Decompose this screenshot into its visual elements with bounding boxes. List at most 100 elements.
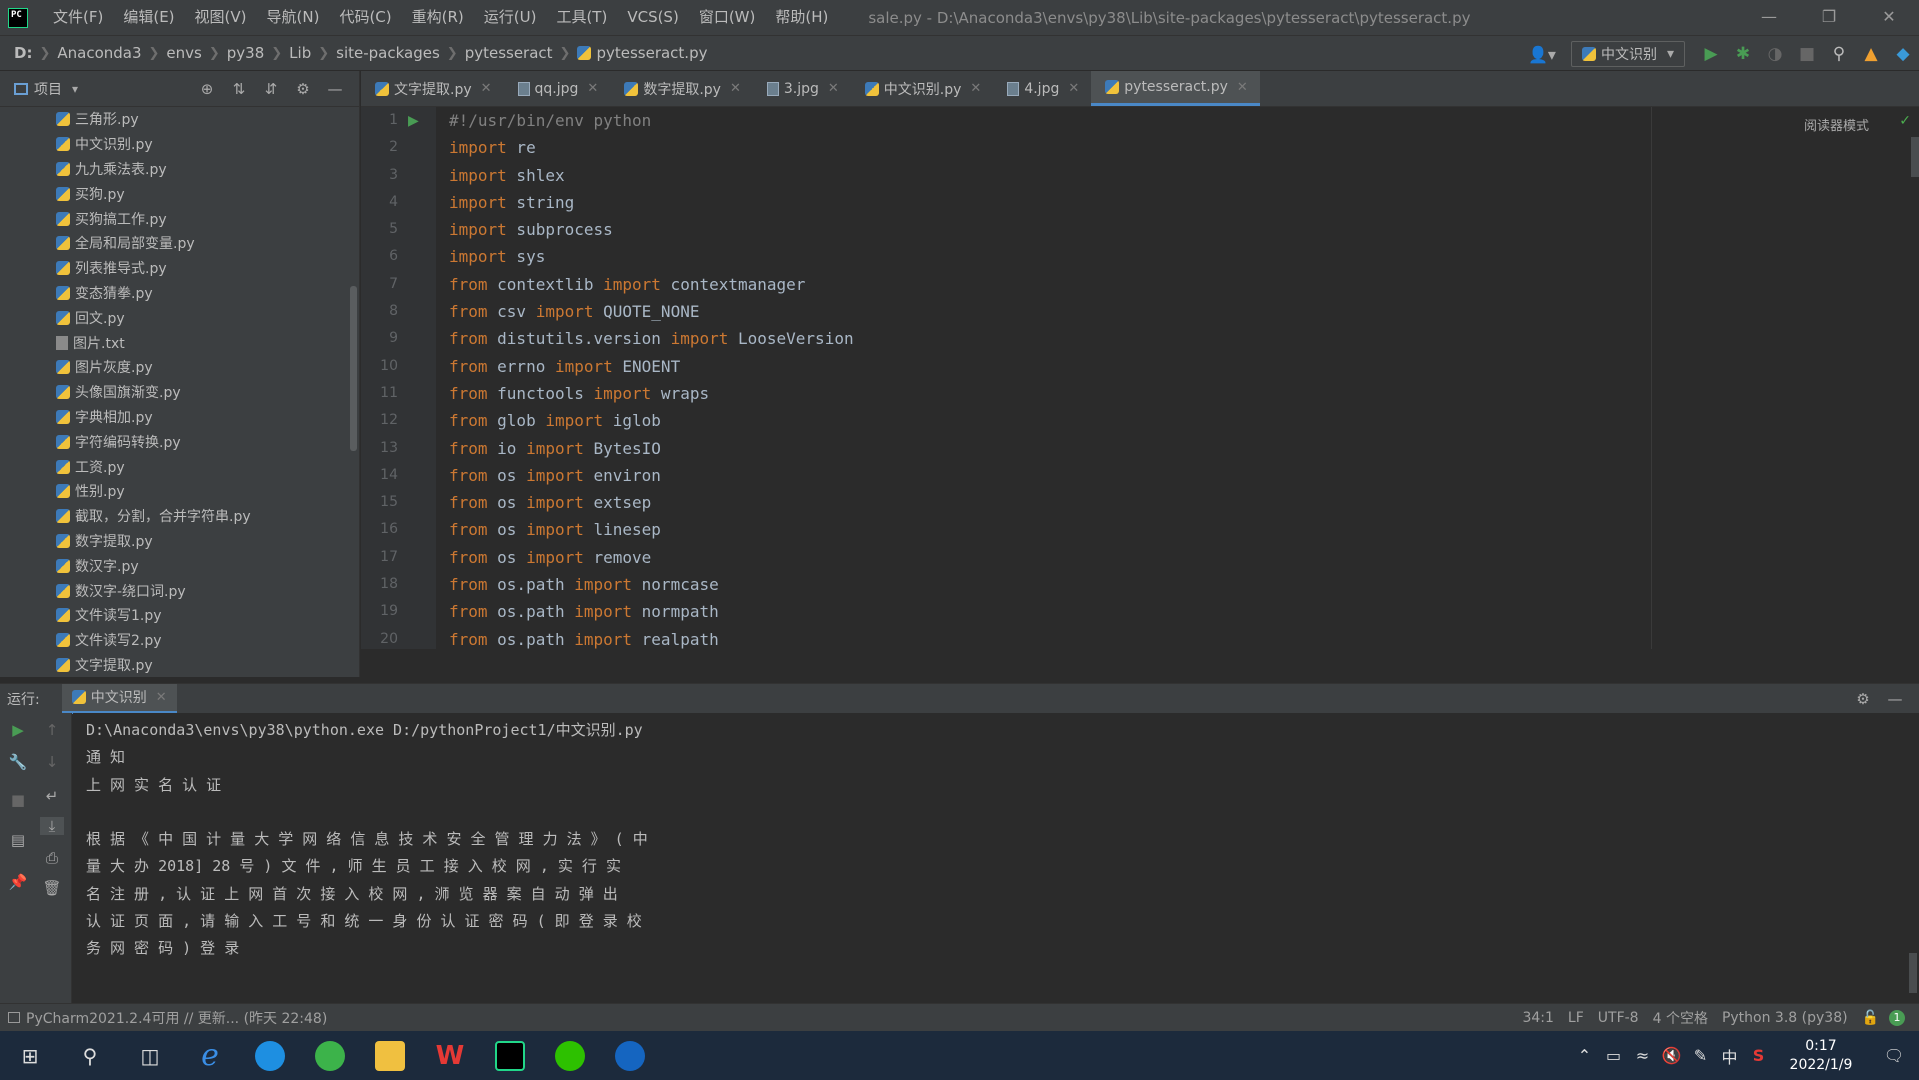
breadcrumb-item[interactable]: py38 [227, 44, 265, 62]
stop-icon[interactable]: ■ [1791, 44, 1823, 64]
close-icon[interactable]: ✕ [970, 81, 981, 96]
code-line[interactable]: from os.path import normpath [449, 598, 854, 625]
project-file-item[interactable]: 变态猜拳.py [0, 281, 359, 306]
run-config-dropdown[interactable]: 中文识别 ▾ [1570, 41, 1685, 67]
battery-icon[interactable]: ▭ [1599, 1046, 1628, 1065]
scroll-to-end-icon[interactable]: ⤓ [40, 817, 64, 835]
clock[interactable]: 0:17 2022/1/9 [1773, 1037, 1869, 1075]
project-file-item[interactable]: 图片灰度.py [0, 355, 359, 380]
project-file-item[interactable]: 回文.py [0, 305, 359, 330]
code-line[interactable]: from errno import ENOENT [449, 353, 854, 380]
volume-muted-icon[interactable]: 🔇 [1657, 1046, 1686, 1065]
search-icon[interactable]: ⚲ [60, 1031, 120, 1080]
debug-icon[interactable]: ✱ [1727, 44, 1759, 64]
project-panel-title[interactable]: 项目 [34, 79, 62, 99]
project-file-item[interactable]: 数字提取.py [0, 529, 359, 554]
restore-icon[interactable]: ❐ [1799, 0, 1859, 35]
code-editor[interactable]: ▶ 1 2 3 4 5 6 7 8 9 10 11 12 13 14 15 16 17 18 19 20 #!/usr… [361, 107, 1919, 649]
task-view-icon[interactable]: ◫ [120, 1031, 180, 1080]
close-icon[interactable]: ✕ [156, 690, 167, 705]
project-file-item[interactable]: 工资.py [0, 454, 359, 479]
stop-icon[interactable]: ■ [6, 791, 30, 809]
project-file-item[interactable]: 字典相加.py [0, 405, 359, 430]
editor-tab[interactable]: 3.jpg ✕ [753, 71, 851, 106]
menu-item[interactable]: VCS(S) [617, 0, 688, 35]
pen-icon[interactable]: ✎ [1686, 1046, 1715, 1065]
notification-badge[interactable]: 1 [1889, 1010, 1905, 1026]
project-file-item[interactable]: 三角形.py [0, 107, 359, 132]
code-line[interactable]: from functools import wraps [449, 380, 854, 407]
input-method[interactable]: 中 [1715, 1044, 1744, 1068]
menu-item[interactable]: 重构(R) [402, 0, 474, 35]
close-icon[interactable]: ✕ [1068, 81, 1079, 96]
project-file-item[interactable]: 截取，分割，合并字符串.py [0, 504, 359, 529]
collapse-all-icon[interactable]: ⇵ [255, 80, 287, 98]
code-line[interactable]: from os import remove [449, 544, 854, 571]
code-line[interactable]: from io import BytesIO [449, 435, 854, 462]
jetbrains-toolbox-icon[interactable]: ◆ [1887, 44, 1919, 64]
run-tab[interactable]: 中文识别 ✕ [61, 683, 177, 714]
project-file-item[interactable]: 数汉字.py [0, 553, 359, 578]
project-file-item[interactable]: 买狗搞工作.py [0, 206, 359, 231]
editor-tab[interactable]: 4.jpg ✕ [993, 71, 1091, 106]
editor-tab[interactable]: pytesseract.py ✕ [1091, 71, 1260, 106]
breadcrumb-item[interactable]: pytesseract.py [596, 44, 707, 62]
gear-icon[interactable]: ⚙ [287, 80, 319, 98]
update-icon[interactable]: ▲ [1855, 44, 1887, 64]
code-line[interactable]: from contextlib import contextmanager [449, 271, 854, 298]
project-file-item[interactable]: 九九乘法表.py [0, 157, 359, 182]
status-message[interactable]: PyCharm2021.2.4可用 // 更新... (昨天 22:48) [26, 1008, 327, 1028]
menu-item[interactable]: 帮助(H) [765, 0, 838, 35]
project-file-item[interactable]: 中文识别.py [0, 132, 359, 157]
editor-tab[interactable]: qq.jpg ✕ [504, 71, 611, 106]
wrench-icon[interactable]: 🔧 [6, 753, 30, 771]
code-line[interactable]: import string [449, 189, 854, 216]
editor-tab[interactable]: 数字提取.py ✕ [610, 71, 753, 106]
sogou-icon[interactable]: S [1744, 1046, 1773, 1065]
coverage-icon[interactable]: ◑ [1759, 44, 1791, 64]
minimize-icon[interactable]: — [1739, 0, 1799, 35]
code-line[interactable]: import re [449, 134, 854, 161]
project-file-item[interactable]: 图片.txt [0, 330, 359, 355]
browser-icon[interactable] [240, 1031, 300, 1080]
menu-item[interactable]: 导航(N) [257, 0, 330, 35]
trash-icon[interactable]: 🗑 [40, 879, 64, 897]
project-file-item[interactable]: 买狗.py [0, 181, 359, 206]
project-file-item[interactable]: 文件读写2.py [0, 628, 359, 653]
close-icon[interactable]: ✕ [828, 81, 839, 96]
code-line[interactable]: import subprocess [449, 216, 854, 243]
soft-wrap-icon[interactable]: ↵ [40, 787, 64, 805]
browser-360-icon[interactable] [300, 1031, 360, 1080]
hide-panel-icon[interactable]: — [319, 80, 351, 98]
windows-start-icon[interactable]: ⊞ [0, 1031, 60, 1080]
chevron-up-icon[interactable]: ⌃ [1570, 1046, 1599, 1065]
bluetooth-icon[interactable] [600, 1031, 660, 1080]
expand-all-icon[interactable]: ⇅ [223, 80, 255, 98]
print-icon[interactable]: ⎙ [40, 849, 64, 867]
layout-icon[interactable]: ▤ [6, 831, 30, 849]
inspection-ok-icon[interactable]: ✓ [1899, 113, 1911, 129]
wechat-icon[interactable] [540, 1031, 600, 1080]
project-file-item[interactable]: 文件读写1.py [0, 603, 359, 628]
wps-icon[interactable]: W [420, 1031, 480, 1080]
project-file-item[interactable]: 列表推导式.py [0, 256, 359, 281]
project-file-item[interactable]: 字符编码转换.py [0, 429, 359, 454]
project-file-item[interactable]: 文字提取.py [0, 653, 359, 678]
code-line[interactable]: from distutils.version import LooseVersi… [449, 325, 854, 352]
code-line[interactable]: from os.path import normcase [449, 571, 854, 598]
run-icon[interactable]: ▶ [1695, 44, 1727, 64]
breadcrumb-item[interactable]: envs [166, 44, 201, 62]
chevron-down-icon[interactable]: ▾ [72, 82, 78, 96]
editor-scrollbar[interactable] [1911, 137, 1919, 177]
file-explorer-icon[interactable] [360, 1031, 420, 1080]
menu-item[interactable]: 编辑(E) [113, 0, 184, 35]
close-icon[interactable]: ✕ [587, 81, 598, 96]
hide-panel-icon[interactable]: — [1879, 690, 1911, 708]
line-separator[interactable]: LF [1568, 1010, 1584, 1026]
down-arrow-icon[interactable]: ↓ [40, 753, 64, 771]
close-icon[interactable]: ✕ [481, 81, 492, 96]
project-file-item[interactable]: 性别.py [0, 479, 359, 504]
up-arrow-icon[interactable]: ↑ [40, 721, 64, 739]
code-line[interactable]: from os import environ [449, 462, 854, 489]
breadcrumb-item[interactable]: site-packages [336, 44, 440, 62]
